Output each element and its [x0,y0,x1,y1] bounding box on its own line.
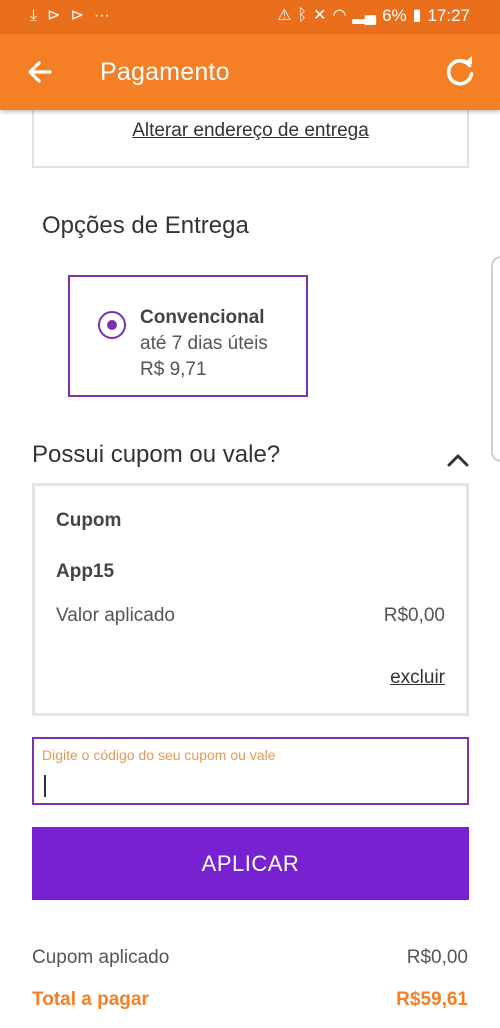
delivery-radio[interactable] [98,311,126,339]
applied-value-label: Valor aplicado [56,605,176,626]
battery-icon: ▮ [412,7,422,24]
chevron-up-icon[interactable] [446,450,470,470]
back-arrow-icon[interactable] [24,56,56,88]
scroll-indicator [491,256,500,462]
download-icon: ⤓ [30,7,38,24]
delivery-option-name: Convencional [140,307,265,328]
delivery-option-price: R$ 9,71 [140,359,207,380]
applied-value: R$0,00 [383,605,445,626]
app-notification-icon: ⊳ [70,7,84,24]
refresh-icon[interactable] [442,54,478,90]
page-title: Pagamento [100,58,230,86]
clock: 17:27 [427,6,470,25]
coupon-label: Cupom [56,510,122,531]
coupon-code-field[interactable]: Digite o código do seu cupom ou vale [32,737,469,805]
wifi-icon: ◠ [332,7,347,24]
coupon-code: App15 [56,561,115,582]
system-icons: ⚠ ᛒ ✕ ◠ ▂▄ 6% ▮ 17:27 [277,6,470,26]
signal-icon: ▂▄ [352,7,377,24]
data-saver-icon: ⚠ [277,7,292,24]
coupon-applied-label: Cupom aplicado [32,947,170,968]
notification-icons: ⤓ ⊳ ⊳ ··· [30,6,110,26]
address-card: Alterar endereço de entrega [32,100,469,168]
total-label: Total a pagar [32,989,149,1010]
coupon-section-title: Possui cupom ou vale? [32,441,281,468]
app-notification-icon: ⊳ [47,7,61,24]
applied-coupon-card: Cupom App15 Valor aplicado R$0,00 exclui… [32,483,469,716]
coupon-input-label: Digite o código do seu cupom ou vale [42,747,276,763]
more-notifications-icon: ··· [93,7,110,24]
remove-coupon-link[interactable]: excluir [390,667,445,689]
delivery-option-time: até 7 dias úteis [140,333,268,354]
coupon-applied-value: R$0,00 [406,947,468,968]
delivery-section-title: Opções de Entrega [42,212,249,239]
total-value: R$59,61 [396,989,468,1010]
app-bar: Pagamento [0,34,500,110]
bluetooth-icon: ᛒ [297,7,308,24]
status-bar: ⤓ ⊳ ⊳ ··· ⚠ ᛒ ✕ ◠ ▂▄ 6% ▮ 17:27 [0,0,500,34]
apply-coupon-button[interactable]: APLICAR [32,827,469,900]
delivery-option-conventional[interactable]: Convencional até 7 dias úteis R$ 9,71 [68,275,308,397]
radio-selected-dot [107,320,117,330]
battery-percent: 6% [382,6,407,25]
text-caret [44,775,46,797]
coupon-input[interactable] [42,773,462,799]
mute-icon: ✕ [313,7,327,24]
change-address-link[interactable]: Alterar endereço de entrega [34,120,467,142]
